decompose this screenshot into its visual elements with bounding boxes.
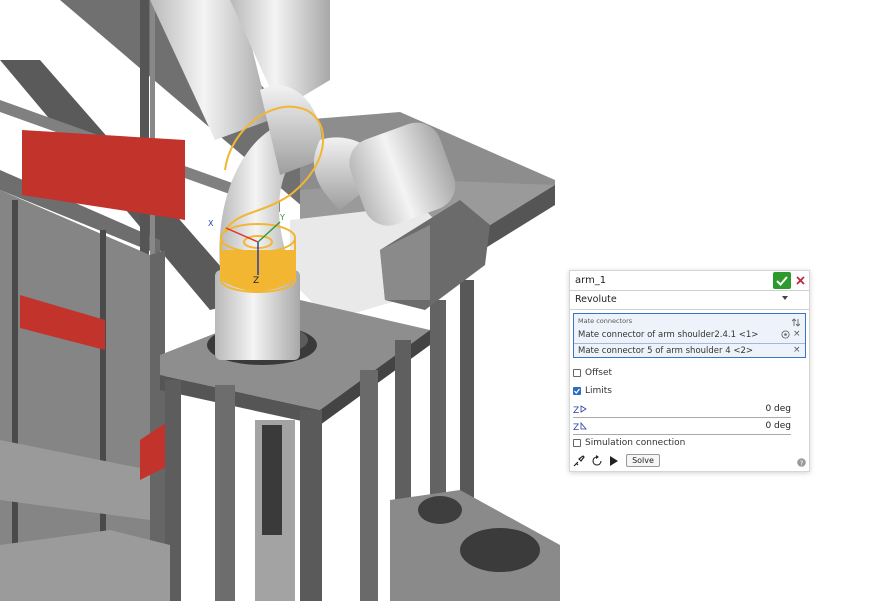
mate-connector-label: Mate connector 5 of arm shoulder 4 <2> <box>578 346 753 356</box>
svg-text:?: ? <box>800 459 804 467</box>
chevron-down-icon <box>782 296 788 300</box>
solve-button[interactable]: Solve <box>626 454 660 467</box>
mate-connectors-title: Mate connectors <box>578 317 633 325</box>
mate-connector-item-1[interactable]: Mate connector of arm shoulder2.4.1 <1> … <box>574 327 805 344</box>
mate-type-value: Revolute <box>575 294 617 305</box>
limit-max-value[interactable]: 0 deg <box>765 421 791 431</box>
feature-name-input[interactable]: arm_1 <box>575 275 606 286</box>
feature-name-row[interactable]: arm_1 <box>570 271 809 291</box>
mate-connector-label: Mate connector of arm shoulder2.4.1 <1> <box>578 330 759 340</box>
check-icon <box>574 388 581 395</box>
offset-checkbox[interactable] <box>573 369 581 377</box>
svg-text:Z: Z <box>573 406 579 414</box>
limit-max-field[interactable]: Z 0 deg <box>573 420 791 435</box>
help-icon[interactable]: ? <box>797 458 806 467</box>
mate-connectors-field[interactable]: Mate connectors Mate connector of arm sh… <box>573 313 806 358</box>
y-axis-label: Y <box>279 213 285 222</box>
simulation-label: Simulation connection <box>585 438 686 448</box>
animate-icon[interactable] <box>573 455 585 467</box>
remove-connector-icon[interactable]: × <box>793 329 801 339</box>
accept-button[interactable] <box>773 272 791 289</box>
revolute-mate-dialog: arm_1 Revolute Mate connectors Mate conn… <box>569 270 810 472</box>
close-icon <box>796 276 805 285</box>
mate-connector-item-2[interactable]: Mate connector 5 of arm shoulder 4 <2> × <box>574 343 805 359</box>
x-axis-label: X <box>208 219 214 228</box>
gear-icon[interactable] <box>781 330 790 339</box>
axis-limit-max-icon: Z <box>573 421 587 431</box>
mate-type-select[interactable]: Revolute <box>570 291 809 310</box>
offset-label: Offset <box>585 368 613 378</box>
limit-min-field[interactable]: Z 0 deg <box>573 403 791 418</box>
mate-tools-bar: Solve ? <box>573 454 807 469</box>
limits-checkbox[interactable] <box>573 387 581 395</box>
cancel-button[interactable] <box>794 272 807 289</box>
simulation-checkbox[interactable] <box>573 439 581 447</box>
rotate-icon[interactable] <box>591 455 603 467</box>
check-icon <box>776 275 788 286</box>
swap-arrows-icon[interactable] <box>792 318 800 327</box>
axis-limit-min-icon: Z <box>573 405 587 414</box>
svg-text:Z: Z <box>573 423 579 431</box>
limits-label: Limits <box>585 386 612 396</box>
limit-min-value[interactable]: 0 deg <box>765 404 791 414</box>
z-axis-label: Z <box>253 276 259 286</box>
play-icon[interactable] <box>609 455 619 467</box>
remove-connector-icon[interactable]: × <box>793 345 801 355</box>
